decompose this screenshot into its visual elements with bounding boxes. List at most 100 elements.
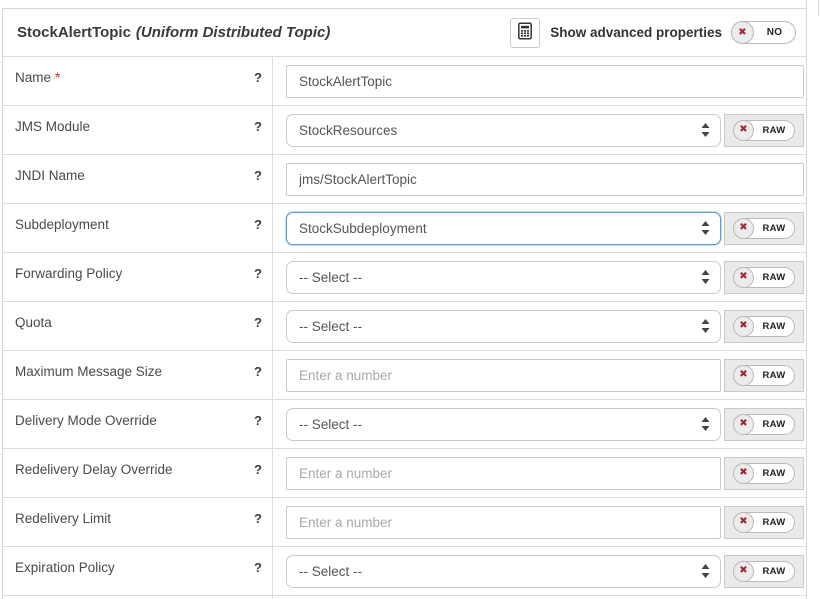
select-value: -- Select -- <box>299 270 693 285</box>
quota-select[interactable]: -- Select -- <box>286 310 721 343</box>
field-label: Quota <box>15 315 52 330</box>
field-label: Redelivery Delay Override <box>15 462 173 477</box>
stepper-icon <box>701 270 710 284</box>
form-row-expiration-policy: Expiration Policy ? -- Select -- ✖ RAW <box>3 547 806 596</box>
field-label: Name <box>15 70 51 85</box>
stepper-icon <box>701 221 710 235</box>
raw-toggle-maximum-message-size[interactable]: ✖ RAW <box>724 359 804 392</box>
field-label: Forwarding Policy <box>15 266 122 281</box>
help-icon[interactable]: ? <box>254 266 262 281</box>
x-icon: ✖ <box>739 370 747 380</box>
redelivery-limit-input[interactable] <box>286 506 721 539</box>
jndi-name-input[interactable] <box>286 163 804 196</box>
stepper-icon <box>701 564 710 578</box>
help-icon[interactable]: ? <box>254 168 262 183</box>
raw-label: RAW <box>754 321 794 332</box>
raw-toggle-subdeployment[interactable]: ✖ RAW <box>724 212 804 245</box>
toggle-knob: ✖ <box>733 512 754 533</box>
select-value: StockResources <box>299 123 693 138</box>
stepper-icon <box>701 319 710 333</box>
raw-toggle-redelivery-delay-override[interactable]: ✖ RAW <box>724 457 804 490</box>
raw-pill: ✖ RAW <box>733 316 795 337</box>
subdeployment-select[interactable]: StockSubdeployment <box>286 212 721 245</box>
panel-right-border <box>806 0 807 599</box>
x-icon: ✖ <box>739 125 747 135</box>
raw-toggle-redelivery-limit[interactable]: ✖ RAW <box>724 506 804 539</box>
properties-panel: StockAlertTopic (Uniform Distributed Top… <box>2 8 806 599</box>
jms-module-select[interactable]: StockResources <box>286 114 721 147</box>
form-row-delivery-mode-override: Delivery Mode Override ? -- Select -- ✖ … <box>3 400 806 449</box>
raw-label: RAW <box>754 566 794 577</box>
help-icon[interactable]: ? <box>254 413 262 428</box>
raw-label: RAW <box>754 370 794 381</box>
help-icon[interactable]: ? <box>254 70 262 85</box>
form-row-maximum-message-size: Maximum Message Size ? ✖ RAW <box>3 351 806 400</box>
raw-label: RAW <box>754 223 794 234</box>
expiration-policy-select[interactable]: -- Select -- <box>286 555 721 588</box>
field-cell: ✖ RAW <box>273 449 806 497</box>
raw-pill: ✖ RAW <box>733 365 795 386</box>
raw-toggle-jms-module[interactable]: ✖ RAW <box>724 114 804 147</box>
calculator-icon <box>516 22 534 43</box>
help-icon[interactable]: ? <box>254 560 262 575</box>
calculator-button[interactable] <box>510 18 540 48</box>
x-icon: ✖ <box>739 468 747 478</box>
raw-label: RAW <box>754 125 794 136</box>
x-icon: ✖ <box>739 517 747 527</box>
show-advanced-toggle[interactable]: ✖ NO <box>731 21 796 44</box>
toggle-knob: ✖ <box>733 120 754 141</box>
name-input[interactable] <box>286 65 804 98</box>
label-cell: Name * ? <box>3 57 273 105</box>
select-value: -- Select -- <box>299 564 693 579</box>
field-cell: -- Select -- ✖ RAW <box>273 547 806 595</box>
field-cell <box>273 155 806 203</box>
maximum-message-size-input[interactable] <box>286 359 721 392</box>
help-icon[interactable]: ? <box>254 511 262 526</box>
select-value: -- Select -- <box>299 417 693 432</box>
toggle-state-label: NO <box>754 27 795 38</box>
raw-toggle-forwarding-policy[interactable]: ✖ RAW <box>724 261 804 294</box>
show-advanced-label: Show advanced properties <box>550 25 722 40</box>
label-cell: Delivery Mode Override ? <box>3 400 273 448</box>
label-cell: Expiration Policy ? <box>3 547 273 595</box>
help-icon[interactable]: ? <box>254 364 262 379</box>
delivery-mode-override-select[interactable]: -- Select -- <box>286 408 721 441</box>
field-label: Maximum Message Size <box>15 364 162 379</box>
form-row-subdeployment: Subdeployment ? StockSubdeployment ✖ RAW <box>3 204 806 253</box>
toggle-knob: ✖ <box>733 414 754 435</box>
raw-pill: ✖ RAW <box>733 218 795 239</box>
header-actions: Show advanced properties ✖ NO <box>510 18 796 48</box>
raw-pill: ✖ RAW <box>733 267 795 288</box>
required-marker: * <box>55 70 60 85</box>
raw-toggle-delivery-mode-override[interactable]: ✖ RAW <box>724 408 804 441</box>
form-row-quota: Quota ? -- Select -- ✖ RAW <box>3 302 806 351</box>
toggle-knob: ✖ <box>733 365 754 386</box>
x-icon: ✖ <box>739 419 747 429</box>
label-cell: Quota ? <box>3 302 273 350</box>
label-cell: Maximum Message Size ? <box>3 351 273 399</box>
help-icon[interactable]: ? <box>254 315 262 330</box>
label-cell: JNDI Name ? <box>3 155 273 203</box>
forwarding-policy-select[interactable]: -- Select -- <box>286 261 721 294</box>
label-cell: Redelivery Limit ? <box>3 498 273 546</box>
raw-pill: ✖ RAW <box>733 561 795 582</box>
field-cell: -- Select -- ✖ RAW <box>273 400 806 448</box>
field-cell: ✖ RAW <box>273 498 806 546</box>
raw-toggle-expiration-policy[interactable]: ✖ RAW <box>724 555 804 588</box>
stepper-icon <box>701 123 710 137</box>
select-value: StockSubdeployment <box>299 221 693 236</box>
raw-pill: ✖ RAW <box>733 463 795 484</box>
toggle-knob: ✖ <box>733 218 754 239</box>
field-cell: ✖ RAW <box>273 351 806 399</box>
help-icon[interactable]: ? <box>254 217 262 232</box>
label-cell: JMS Module ? <box>3 106 273 154</box>
help-icon[interactable]: ? <box>254 119 262 134</box>
field-cell <box>273 57 806 105</box>
raw-toggle-quota[interactable]: ✖ RAW <box>724 310 804 343</box>
x-icon: ✖ <box>739 566 747 576</box>
raw-pill: ✖ RAW <box>733 120 795 141</box>
page-title: StockAlertTopic <box>17 24 131 41</box>
page: StockAlertTopic (Uniform Distributed Top… <box>0 0 820 599</box>
help-icon[interactable]: ? <box>254 462 262 477</box>
redelivery-delay-override-input[interactable] <box>286 457 721 490</box>
